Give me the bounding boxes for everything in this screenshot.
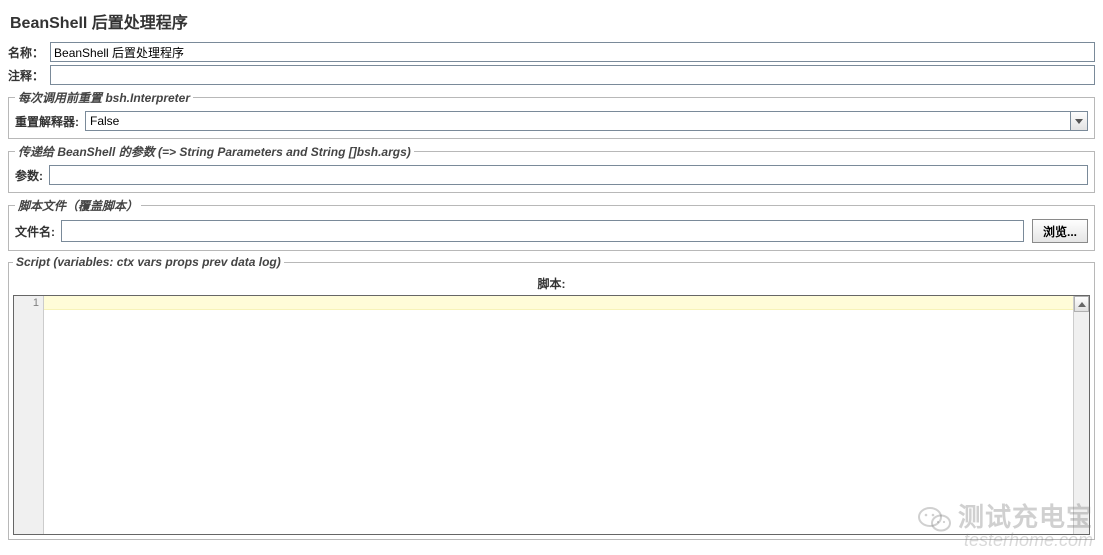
chevron-up-icon xyxy=(1078,297,1086,311)
params-legend: 传递给 BeanShell 的参数 (=> String Parameters … xyxy=(15,143,414,160)
script-label: 脚本: xyxy=(13,273,1090,295)
script-editor[interactable]: 1 xyxy=(13,295,1090,535)
browse-button[interactable]: 浏览... xyxy=(1032,219,1088,243)
reset-label: 重置解释器: xyxy=(15,113,85,130)
file-legend: 脚本文件（覆盖脚本） xyxy=(15,197,141,214)
comment-row: 注释： xyxy=(8,65,1095,85)
comment-label: 注释： xyxy=(8,67,50,84)
parameters-group: 传递给 BeanShell 的参数 (=> String Parameters … xyxy=(8,143,1095,193)
reset-value[interactable] xyxy=(85,111,1070,131)
scroll-up-button[interactable] xyxy=(1074,296,1089,312)
vertical-scrollbar[interactable] xyxy=(1073,296,1089,534)
name-label: 名称： xyxy=(8,44,50,61)
line-number-1: 1 xyxy=(18,296,39,310)
reset-legend: 每次调用前重置 bsh.Interpreter xyxy=(15,89,193,106)
dropdown-button[interactable] xyxy=(1070,111,1088,131)
code-area[interactable] xyxy=(44,296,1073,534)
panel-title: BeanShell 后置处理程序 xyxy=(6,4,1097,39)
params-label: 参数: xyxy=(15,167,49,184)
file-input[interactable] xyxy=(61,220,1024,242)
name-row: 名称： xyxy=(8,42,1095,62)
line-gutter: 1 xyxy=(14,296,44,534)
scroll-track[interactable] xyxy=(1074,312,1089,534)
script-file-group: 脚本文件（覆盖脚本） 文件名: 浏览... xyxy=(8,197,1095,251)
reset-interpreter-group: 每次调用前重置 bsh.Interpreter 重置解释器: xyxy=(8,89,1095,139)
params-input[interactable] xyxy=(49,165,1088,185)
current-line-highlight xyxy=(44,296,1073,310)
chevron-down-icon xyxy=(1075,114,1083,128)
name-input[interactable] xyxy=(50,42,1095,62)
reset-combobox[interactable] xyxy=(85,111,1088,131)
file-label: 文件名: xyxy=(15,223,61,240)
script-group: Script (variables: ctx vars props prev d… xyxy=(8,255,1095,540)
script-legend: Script (variables: ctx vars props prev d… xyxy=(13,255,284,269)
comment-input[interactable] xyxy=(50,65,1095,85)
